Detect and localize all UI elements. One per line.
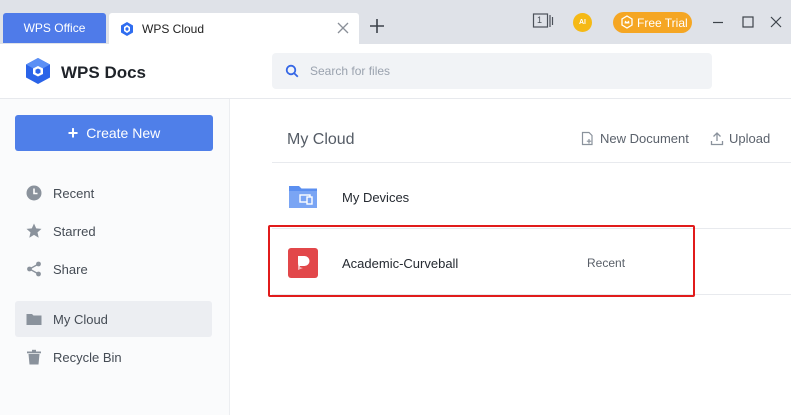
wps-docs-logo-icon (25, 57, 51, 85)
folder-icon (25, 310, 43, 328)
highlight-box (268, 225, 695, 297)
new-document-button[interactable]: New Document (580, 131, 689, 146)
tab-wps-cloud-label: WPS Cloud (142, 21, 205, 36)
free-trial-button[interactable]: Free Trial (613, 12, 692, 33)
search-placeholder: Search for files (310, 64, 391, 78)
clock-icon (25, 184, 43, 202)
tab-wps-cloud[interactable]: WPS Cloud (109, 13, 359, 44)
sidebar-item-label: Recent (53, 185, 95, 201)
page-indicator-number: 1 (537, 15, 543, 25)
sidebar-item-recycle-bin[interactable]: Recycle Bin (15, 339, 212, 375)
devices-folder-icon (288, 183, 318, 209)
crown-icon (620, 15, 634, 29)
tab-wps-office[interactable]: WPS Office (3, 13, 106, 43)
search-input[interactable]: Search for files (272, 53, 712, 89)
ai-label: AI (579, 19, 586, 26)
new-document-label: New Document (600, 131, 689, 146)
upload-label: Upload (729, 131, 771, 146)
new-document-icon (580, 131, 595, 146)
sidebar-item-label: Starred (53, 223, 96, 239)
page-indicator-icon[interactable]: 1 (532, 11, 554, 36)
free-trial-label: Free Trial (637, 15, 688, 30)
sidebar-item-label: Recycle Bin (53, 349, 122, 365)
maximize-icon[interactable] (741, 15, 755, 34)
trash-icon (25, 348, 43, 366)
sidebar-item-share[interactable]: Share (15, 251, 212, 287)
upload-button[interactable]: Upload (710, 131, 770, 146)
ai-button[interactable]: AI (573, 13, 592, 32)
list-item-name: My Devices (342, 190, 410, 205)
plus-icon: + (67, 123, 79, 143)
close-tab-icon[interactable] (335, 20, 351, 36)
sidebar-item-starred[interactable]: Starred (15, 213, 212, 249)
create-new-label: Create New (86, 125, 161, 141)
window-close-icon[interactable] (769, 15, 783, 34)
sidebar-item-label: Share (53, 261, 88, 277)
sidebar-item-label: My Cloud (53, 311, 108, 327)
sidebar-item-recent[interactable]: Recent (15, 175, 212, 211)
upload-icon (710, 131, 724, 146)
app-title: WPS Docs (61, 63, 147, 82)
sidebar-item-my-cloud[interactable]: My Cloud (15, 301, 212, 337)
star-icon (25, 222, 43, 240)
tab-wps-office-label: WPS Office (23, 21, 86, 35)
share-icon (25, 260, 43, 278)
minimize-icon[interactable] (711, 15, 725, 34)
create-new-button[interactable]: + Create New (15, 115, 213, 151)
new-tab-plus-icon[interactable] (368, 17, 386, 35)
wps-cloud-logo-icon (120, 21, 134, 36)
page-title: My Cloud (287, 131, 355, 148)
search-icon (285, 64, 299, 78)
